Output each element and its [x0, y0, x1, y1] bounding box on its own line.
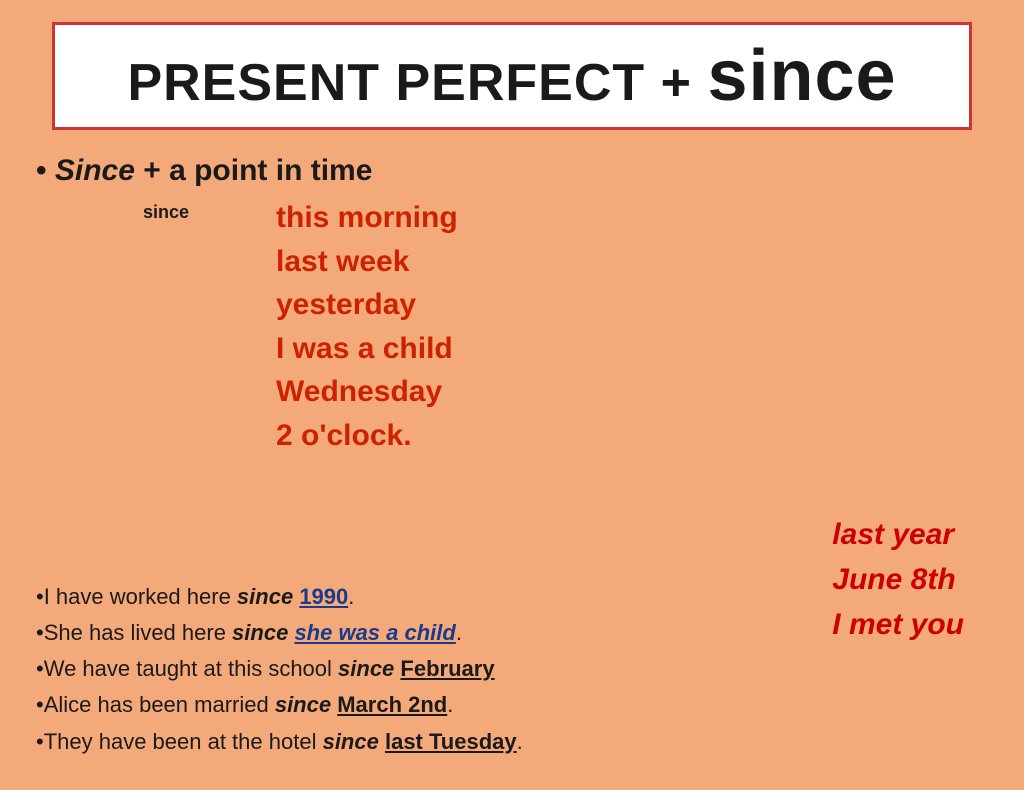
highlight-s5: last Tuesday	[385, 729, 517, 754]
highlight-s1: 1990	[299, 584, 348, 609]
since-s3: since	[338, 656, 394, 681]
since-s1: since	[237, 584, 293, 609]
example-4: I was a child	[276, 332, 453, 365]
highlight-s3: February	[400, 656, 494, 681]
example-5: Wednesday	[276, 375, 442, 408]
sentence-5: •They have been at the hotel since last …	[36, 724, 824, 760]
since-label: since	[36, 202, 236, 457]
highlight-s2: she was a child	[294, 620, 455, 645]
sentence-2: •She has lived here since she was a chil…	[36, 615, 824, 651]
title-since: since	[707, 36, 896, 116]
sentence-1: •I have worked here since 1990.	[36, 579, 824, 615]
title-text: PRESENT PERFECT + since	[127, 54, 896, 112]
example-6: 2 o'clock.	[276, 419, 412, 452]
examples-list: this morning last week yesterday I was a…	[276, 196, 458, 457]
example-3: yesterday	[276, 288, 416, 321]
extra-2: June 8th	[832, 557, 964, 602]
bullet-heading: • Since + a point in time	[36, 154, 1024, 188]
highlight-s4: March 2nd	[337, 692, 447, 717]
since-s5: since	[323, 729, 379, 754]
extra-1: last year	[832, 512, 964, 557]
title-part1: PRESENT PERFECT +	[127, 54, 707, 112]
sentence-4: •Alice has been married since March 2nd.	[36, 687, 824, 723]
extra-3: I met you	[832, 602, 964, 647]
examples-section: since this morning last week yesterday I…	[36, 196, 1024, 457]
extra-examples: last year June 8th I met you	[832, 512, 964, 647]
example-1: this morning	[276, 201, 458, 234]
sentences-section: •I have worked here since 1990. •She has…	[36, 579, 824, 760]
title-box: PRESENT PERFECT + since	[52, 22, 972, 130]
example-2: last week	[276, 245, 409, 278]
since-s2: since	[232, 620, 288, 645]
since-s4: since	[275, 692, 331, 717]
sentence-3: •We have taught at this school since Feb…	[36, 651, 824, 687]
